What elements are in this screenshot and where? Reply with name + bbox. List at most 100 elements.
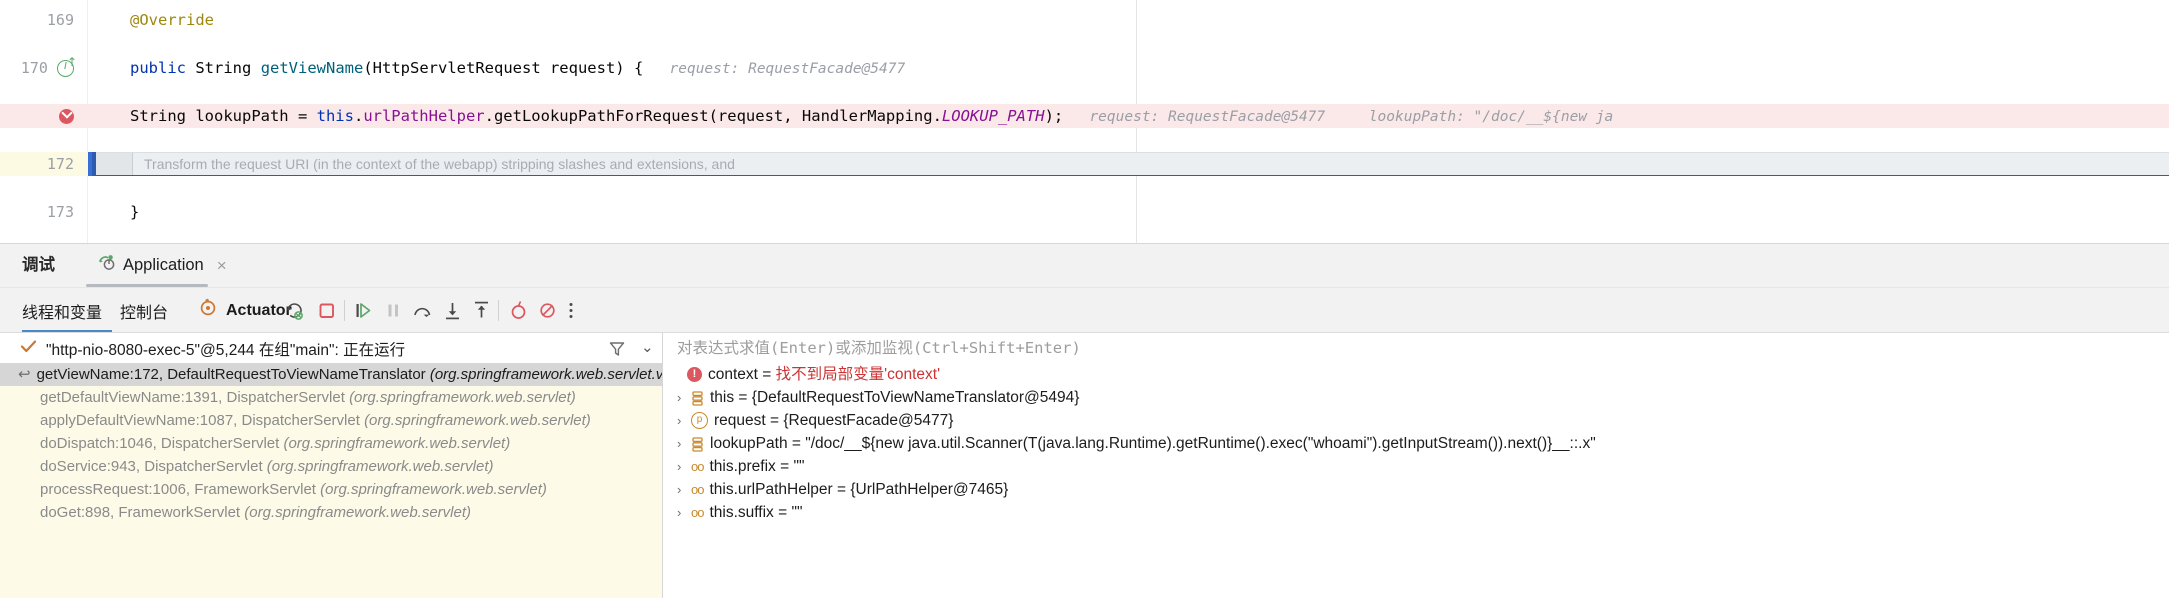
variable-row[interactable]: › oo this.prefix = "": [663, 455, 2169, 478]
frame-text: getDefaultViewName:1391, DispatcherServl…: [40, 389, 350, 406]
editor-line-breakpoint[interactable]: String lookupPath = this.urlPathHelper.g…: [0, 104, 2169, 128]
javadoc-tab-handle[interactable]: [96, 153, 133, 175]
stop-icon[interactable]: [315, 299, 338, 322]
expand-chevron-icon[interactable]: ›: [677, 409, 691, 432]
thread-label: "http-nio-8080-exec-5"@5,244 在组"main": 正…: [46, 341, 406, 359]
call-token: .getLookupPathForRequest(request, Handle…: [484, 107, 942, 125]
debug-tabbar: 调试 Application ×: [0, 244, 2169, 287]
run-config-icon: [96, 253, 116, 278]
frame-row[interactable]: processRequest:1006, FrameworkServlet (o…: [0, 478, 662, 501]
close-icon[interactable]: ×: [217, 256, 227, 276]
expand-chevron-icon[interactable]: ›: [677, 455, 691, 478]
variable-row[interactable]: ! context = 找不到局部变量'context': [663, 363, 2169, 386]
expand-chevron-icon[interactable]: ›: [677, 432, 691, 455]
frame-text: doGet:898, FrameworkServlet: [40, 504, 245, 521]
equals: =: [734, 389, 752, 406]
line-code[interactable]: @Override: [88, 8, 2169, 32]
check-icon: [20, 338, 37, 360]
inlay-hint-2: lookupPath: "/doc/__${new ja: [1368, 109, 1614, 125]
tab-threads-label: 线程和变量: [22, 304, 103, 322]
line-code[interactable]: String lookupPath = this.urlPathHelper.g…: [88, 104, 2169, 128]
variable-row[interactable]: › oo this.suffix = "": [663, 501, 2169, 524]
variable-row[interactable]: › this = {DefaultRequestToViewNameTransla…: [663, 386, 2169, 409]
variable-row[interactable]: › lookupPath = "/doc/__${new java.util.Sc…: [663, 432, 2169, 455]
evaluate-expression-input[interactable]: 对表达式求值(Enter)或添加监视(Ctrl+Shift+Enter): [677, 333, 1081, 364]
field-icon: oo: [691, 482, 705, 497]
expand-chevron-icon[interactable]: ›: [677, 501, 691, 524]
view-breakpoints-icon[interactable]: [507, 299, 530, 322]
variable-row[interactable]: › p request = {RequestFacade@5477}: [663, 409, 2169, 432]
equals: =: [773, 504, 792, 521]
frame-package: (org.springframework.web.servlet): [266, 458, 494, 475]
frame-row[interactable]: applyDefaultViewName:1087, DispatcherSer…: [0, 409, 662, 432]
variable-value: "": [791, 504, 803, 521]
variable-name: this.suffix: [709, 504, 774, 521]
tab-threads-and-variables[interactable]: 线程和变量: [22, 288, 102, 333]
expand-chevron-icon[interactable]: ›: [677, 386, 691, 409]
frame-package: (org.springframework.web.servlet): [320, 481, 547, 498]
annotation-token: @Override: [130, 11, 214, 29]
frame-row-current[interactable]: ↩ getViewName:172, DefaultRequestToViewNa…: [0, 363, 662, 386]
code-token: }: [130, 203, 140, 221]
thread-selector[interactable]: "http-nio-8080-exec-5"@5,244 在组"main": 正…: [0, 333, 660, 364]
frame-package: (org.springframework.web.servlet): [349, 389, 576, 406]
evaluate-expression-bar[interactable]: 对表达式求值(Enter)或添加监视(Ctrl+Shift+Enter): [663, 332, 2169, 364]
tab-console[interactable]: 控制台: [120, 288, 168, 333]
frame-row[interactable]: doGet:898, FrameworkServlet (org.springf…: [0, 501, 662, 524]
frame-row[interactable]: doService:943, DispatcherServlet (org.sp…: [0, 455, 662, 478]
frame-row[interactable]: getDefaultViewName:1391, DispatcherServl…: [0, 386, 662, 409]
run-method-icon[interactable]: I ↑: [57, 56, 77, 77]
return-arrow-icon: ↩: [18, 366, 31, 383]
rerun-debug-icon[interactable]: [283, 299, 306, 322]
breakpoint-icon[interactable]: [59, 109, 74, 124]
javadoc-strip[interactable]: Transform the request URI (in the contex…: [96, 152, 2169, 175]
debug-panel-title: 调试: [22, 256, 55, 274]
frame-package: (org.springframework.web.servlet.v: [429, 366, 662, 383]
editor-line[interactable]: 173 }: [0, 200, 2169, 224]
resume-program-icon[interactable]: [352, 299, 375, 322]
mute-breakpoints-icon[interactable]: [536, 299, 559, 322]
variable-value: {UrlPathHelper@7465}: [850, 481, 1009, 498]
filter-icon[interactable]: [608, 340, 626, 363]
frame-row[interactable]: doDispatch:1046, DispatcherServlet (org.…: [0, 432, 662, 455]
method-name-token: getViewName: [260, 59, 364, 77]
breakpoint-gutter[interactable]: [0, 104, 88, 128]
step-into-icon[interactable]: [441, 299, 464, 322]
code-editor[interactable]: 169 @Override 170 I ↑ public String getVi…: [0, 0, 2169, 243]
inlay-hint: request: RequestFacade@5477: [1089, 109, 1326, 125]
more-options-icon[interactable]: [565, 299, 577, 322]
equals: =: [787, 435, 806, 452]
step-over-icon[interactable]: [411, 299, 434, 322]
variable-value: {DefaultRequestToViewNameTranslator@5494…: [751, 389, 1080, 406]
pause-program-icon[interactable]: [382, 299, 405, 322]
frames-list[interactable]: ↩ getViewName:172, DefaultRequestToViewNa…: [0, 363, 662, 598]
line-code[interactable]: public String getViewName(HttpServletReq…: [88, 56, 2169, 80]
keyword-token: public: [130, 59, 186, 77]
line-code[interactable]: }: [88, 200, 2169, 224]
object-icon: [691, 436, 704, 453]
variable-name: this: [710, 389, 735, 406]
current-line-marker: [88, 152, 92, 176]
variable-value: "/doc/__${new java.util.Scanner(T(java.l…: [805, 435, 1596, 452]
frame-package: (org.springframework.web.servlet): [283, 435, 511, 452]
tab-actuator[interactable]: Actuator: [198, 288, 292, 333]
frame-text: doDispatch:1046, DispatcherServlet: [40, 435, 284, 452]
variables-list[interactable]: ! context = 找不到局部变量'context' › this = {Def…: [663, 363, 2169, 598]
variable-name: request: [714, 412, 766, 429]
debug-tool-window[interactable]: 调试 Application × 线程和变量 控制台 Actuator "htt…: [0, 243, 2169, 598]
step-out-icon[interactable]: [470, 299, 493, 322]
debug-toolbar[interactable]: 线程和变量 控制台 Actuator: [0, 287, 2169, 333]
tab-application[interactable]: Application ×: [86, 244, 237, 287]
frame-text: applyDefaultViewName:1087, DispatcherSer…: [40, 412, 365, 429]
variable-value: 找不到局部变量'context': [775, 366, 941, 383]
tab-console-label: 控制台: [120, 304, 169, 322]
variable-value: "": [793, 458, 805, 475]
chevron-down-icon[interactable]: ⌄: [641, 338, 654, 356]
expand-chevron-icon[interactable]: ›: [677, 478, 691, 501]
javadoc-text: Transform the request URI (in the contex…: [144, 156, 735, 172]
variable-row[interactable]: › oo this.urlPathHelper = {UrlPathHelper@7…: [663, 478, 2169, 501]
editor-line[interactable]: 170 I ↑ public String getViewName(HttpSer…: [0, 56, 2169, 80]
signature-token: (HttpServletRequest request) {: [363, 59, 644, 77]
editor-line[interactable]: 169 @Override: [0, 8, 2169, 32]
variable-name: lookupPath: [710, 435, 788, 452]
